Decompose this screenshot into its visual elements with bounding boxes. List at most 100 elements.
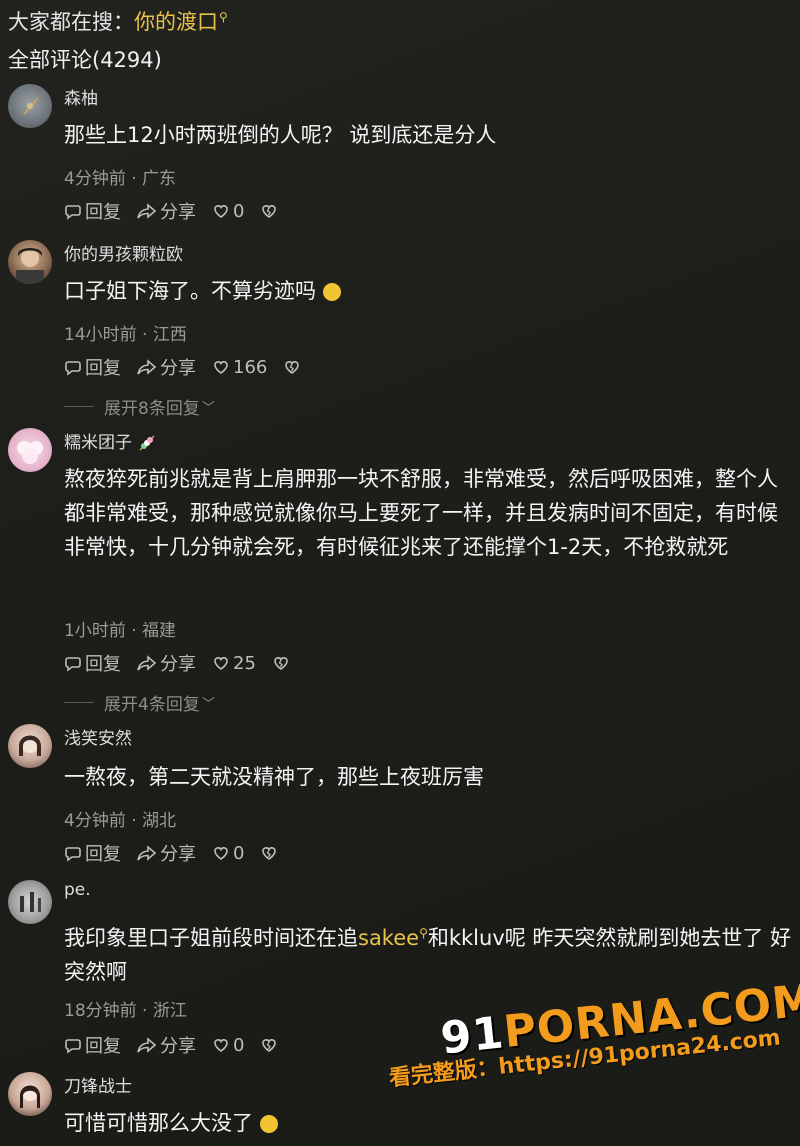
- avatar-image: [16, 248, 44, 284]
- expand-replies-button[interactable]: 展开8条回复 ﹀: [64, 394, 215, 419]
- reply-button[interactable]: 回复: [64, 650, 121, 676]
- dislike-button[interactable]: [260, 202, 281, 220]
- comment-text: 可惜可惜那么大没了: [64, 1106, 792, 1140]
- username[interactable]: pe.: [64, 880, 91, 900]
- comment-text: 一熬夜，第二天就没精神了，那些上夜班厉害: [64, 765, 484, 789]
- comment-actions: 回复 分享 0: [64, 840, 297, 866]
- comment-meta: 14小时前 · 江西: [64, 325, 187, 345]
- dislike-button[interactable]: [272, 654, 293, 672]
- search-keyword-link[interactable]: 你的渡口: [134, 10, 218, 34]
- expand-replies-label: 展开4条回复: [104, 695, 200, 715]
- heart-icon: [214, 657, 228, 670]
- share-button[interactable]: 分享: [137, 1032, 196, 1058]
- username-text: 糯米团子: [64, 433, 132, 453]
- comment-meta: 1小时前 · 福建: [64, 621, 177, 641]
- avatar[interactable]: [8, 1072, 52, 1116]
- heart-icon: [214, 847, 228, 860]
- reply-button[interactable]: 回复: [64, 198, 121, 224]
- broken-heart-icon: [262, 847, 277, 860]
- comment-meta: 4分钟前 · 湖北: [64, 811, 177, 831]
- like-count: 166: [233, 356, 268, 378]
- username[interactable]: 森柚: [64, 84, 98, 109]
- avatar[interactable]: [8, 880, 52, 924]
- broken-heart-icon: [285, 361, 300, 374]
- avatar[interactable]: [8, 724, 52, 768]
- like-count: 0: [233, 842, 245, 864]
- dislike-button[interactable]: [260, 1036, 281, 1054]
- share-label: 分享: [160, 654, 196, 675]
- like-button[interactable]: 0: [212, 201, 244, 222]
- comment-actions: 回复 分享 0: [64, 198, 297, 224]
- avatar-image: [20, 892, 41, 912]
- share-label: 分享: [160, 202, 196, 223]
- username[interactable]: 浅笑安然: [64, 724, 132, 749]
- share-button[interactable]: 分享: [137, 840, 196, 866]
- comment-actions: 回复 分享 166: [64, 354, 320, 380]
- crying-emoji-icon: [322, 283, 341, 301]
- reply-label: 回复: [85, 1036, 121, 1057]
- expand-replies-label: 展开8条回复: [104, 399, 200, 419]
- comment-actions: 回复 分享 25: [64, 650, 309, 676]
- like-count: 0: [233, 200, 245, 222]
- reply-icon: [65, 847, 81, 862]
- avatar-image: [20, 1085, 40, 1108]
- like-count: 0: [233, 1034, 245, 1056]
- share-label: 分享: [160, 358, 196, 379]
- avatar[interactable]: [8, 240, 52, 284]
- comment-meta: 18分钟前 · 浙江: [64, 1001, 187, 1021]
- comment-meta: 4分钟前 · 广东: [64, 169, 177, 189]
- share-label: 分享: [160, 1036, 196, 1057]
- share-icon: [137, 203, 157, 219]
- broken-heart-icon: [262, 1039, 277, 1052]
- avatar[interactable]: [8, 84, 52, 128]
- search-suggestion[interactable]: 大家都在搜：你的渡口⚲: [8, 6, 228, 36]
- reply-icon: [65, 361, 81, 376]
- username[interactable]: 糯米团子: [64, 428, 157, 453]
- heart-icon: [214, 205, 228, 218]
- reply-button[interactable]: 回复: [64, 354, 121, 380]
- dislike-button[interactable]: [283, 358, 304, 376]
- share-icon: [137, 1037, 157, 1053]
- share-icon: [137, 655, 157, 671]
- share-button[interactable]: 分享: [137, 354, 196, 380]
- comment-text: 我印象里口子姐前段时间还在追sakee⚲和kkluv呢 昨天突然就刷到她去世了 …: [64, 916, 792, 989]
- divider: [64, 702, 94, 703]
- comment-actions: 回复 分享 0: [64, 1032, 297, 1058]
- reply-icon: [65, 205, 81, 220]
- reply-label: 回复: [85, 844, 121, 865]
- like-button[interactable]: 166: [212, 357, 267, 378]
- chevron-down-icon: ﹀: [201, 401, 215, 416]
- dislike-button[interactable]: [260, 844, 281, 862]
- broken-heart-icon: [274, 657, 288, 670]
- like-button[interactable]: 0: [212, 843, 244, 864]
- divider: [64, 406, 94, 407]
- comment-text: 那些上12小时两班倒的人呢？ 说到底还是分人: [64, 123, 497, 147]
- share-label: 分享: [160, 844, 196, 865]
- like-count: 25: [233, 652, 256, 674]
- share-button[interactable]: 分享: [137, 198, 196, 224]
- avatar-image: [17, 441, 43, 464]
- reply-icon: [65, 1039, 81, 1054]
- like-button[interactable]: 0: [212, 1035, 244, 1056]
- dango-emoji-icon: [139, 435, 155, 451]
- like-button[interactable]: 25: [212, 653, 256, 674]
- avatar-image: [23, 97, 39, 115]
- comment-text-body: 口子姐下海了。不算劣迹吗: [64, 279, 316, 303]
- username[interactable]: 你的男孩颗粒欧: [64, 240, 183, 265]
- avatar-image: [19, 735, 41, 756]
- expand-replies-button[interactable]: 展开4条回复 ﹀: [64, 690, 215, 715]
- comments-title: 全部评论(4294): [8, 48, 162, 72]
- share-icon: [137, 845, 157, 861]
- keyword-link[interactable]: sakee: [358, 926, 419, 950]
- avatar[interactable]: [8, 428, 52, 472]
- reply-button[interactable]: 回复: [64, 1032, 121, 1058]
- share-button[interactable]: 分享: [137, 650, 196, 676]
- reply-button[interactable]: 回复: [64, 840, 121, 866]
- username[interactable]: 刀锋战士: [64, 1072, 132, 1097]
- comment-text-before: 我印象里口子姐前段时间还在追: [64, 926, 358, 950]
- reply-label: 回复: [85, 654, 121, 675]
- broken-heart-icon: [262, 205, 277, 218]
- comment-text-body: 可惜可惜那么大没了: [64, 1111, 253, 1135]
- reply-icon: [65, 657, 81, 672]
- reply-label: 回复: [85, 202, 121, 223]
